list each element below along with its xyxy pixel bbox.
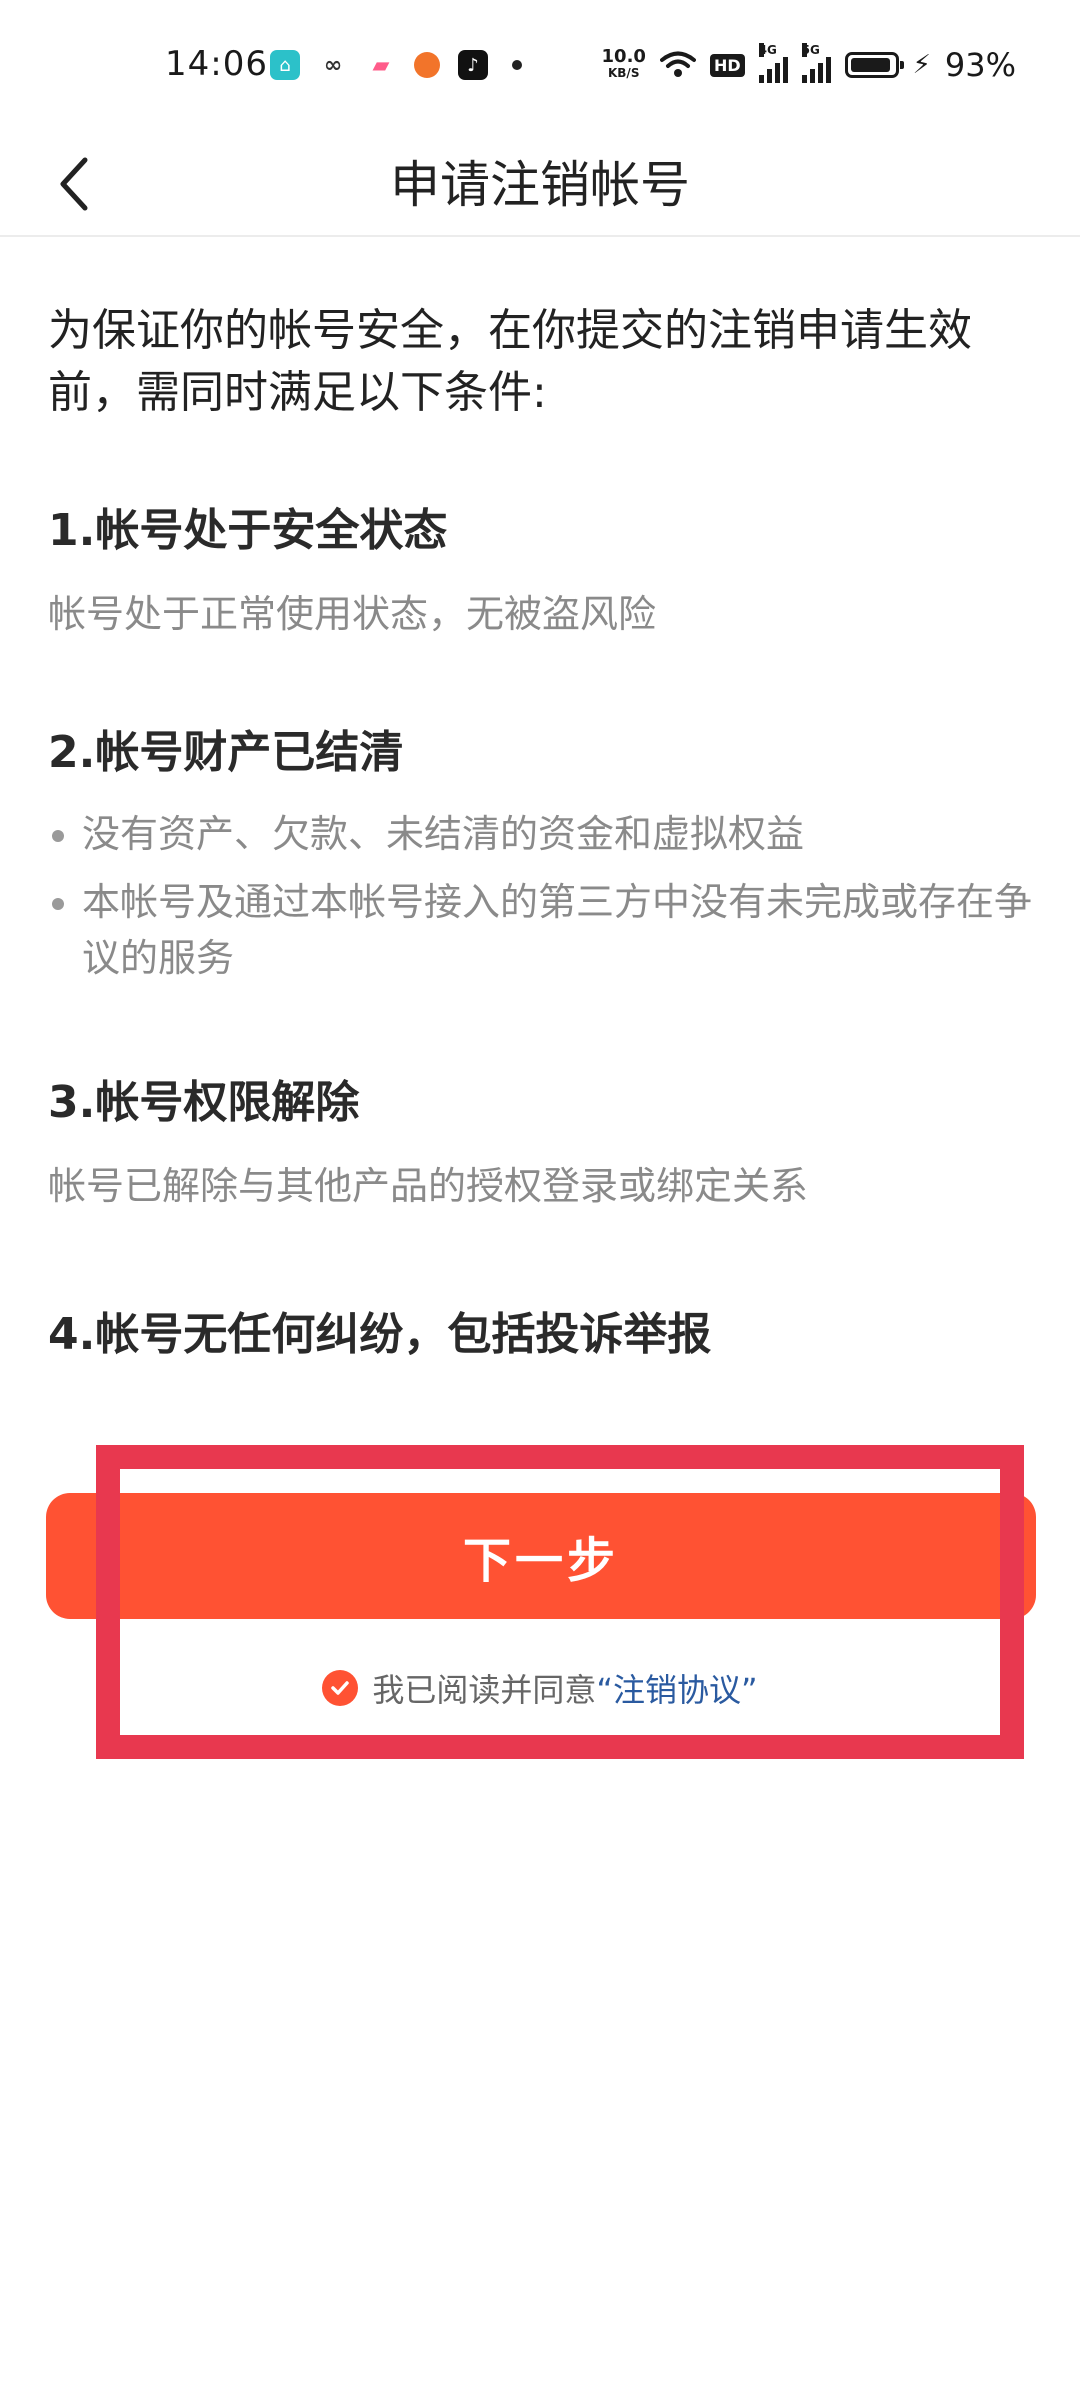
network-speed: 10.0 KB/S — [601, 46, 646, 81]
agreement-link[interactable]: “注销协议” — [596, 1671, 757, 1709]
condition-title: 2.帐号财产已结清 — [48, 727, 404, 778]
page-title: 申请注销帐号 — [390, 156, 690, 214]
condition-4: 4.帐号无任何纠纷，包括投诉举报 — [48, 1298, 1038, 1362]
battery-percent: 93% — [944, 46, 1016, 84]
sim1-generation: 4G — [758, 43, 777, 57]
wifi-icon — [659, 51, 696, 79]
agreement-checkbox[interactable] — [322, 1670, 359, 1706]
sim2-signal-icon: 5G — [801, 43, 831, 83]
content: 为保证你的帐号安全，在你提交的注销申请生效前，需同时满足以下条件: 1.帐号处于… — [48, 300, 1038, 1362]
orange-app-icon — [414, 52, 440, 78]
sim1-signal-icon: 4G — [758, 43, 788, 83]
tiktok-icon: ♪ — [458, 50, 488, 80]
list-item: 本帐号及通过本帐号接入的第三方中没有未完成或存在争议的服务 — [48, 874, 1038, 986]
hd-label: HD — [709, 53, 745, 77]
network-speed-value: 10.0 — [601, 46, 646, 67]
status-right-icons: 10.0 KB/S HD 4G 5G ⚡ 93% — [601, 43, 1016, 84]
intro-text: 为保证你的帐号安全，在你提交的注销申请生效前，需同时满足以下条件: — [48, 305, 972, 418]
charging-icon: ⚡ — [912, 50, 931, 80]
condition-bullets: 没有资产、欠款、未结清的资金和虚拟权益 本帐号及通过本帐号接入的第三方中没有未完… — [48, 806, 1038, 986]
agreement-text: 我已阅读并同意 — [372, 1671, 597, 1709]
battery-icon — [844, 52, 904, 78]
next-step-button[interactable]: 下一步 — [46, 1493, 1036, 1619]
nav-bar: 申请注销帐号 — [0, 135, 1080, 237]
network-speed-unit: KB/S — [607, 66, 640, 80]
status-bar: 14:06 ⌂ ∞ ▰ ♪ 10.0 KB/S HD 4G 5G ⚡ 93% — [0, 0, 1080, 135]
condition-desc: 帐号已解除与其他产品的授权登录或绑定关系 — [48, 1164, 809, 1208]
agreement-row: 我已阅读并同意“注销协议” — [0, 1665, 1080, 1711]
status-time: 14:06 — [165, 44, 268, 84]
checkmark-icon — [331, 1681, 350, 1695]
game-controller-icon: ▰ — [372, 52, 390, 78]
home-app-icon: ⌂ — [270, 50, 300, 80]
glasses-icon: ∞ — [323, 52, 343, 78]
more-notifications-dot-icon — [512, 60, 522, 70]
condition-title: 1.帐号处于安全状态 — [48, 505, 448, 556]
condition-3: 3.帐号权限解除 帐号已解除与其他产品的授权登录或绑定关系 — [48, 1066, 1038, 1214]
list-item: 没有资产、欠款、未结清的资金和虚拟权益 — [48, 806, 1038, 862]
condition-desc: 帐号处于正常使用状态，无被盗风险 — [48, 592, 657, 636]
hd-voice-icon: HD — [709, 53, 745, 77]
condition-title: 4.帐号无任何纠纷，包括投诉举报 — [48, 1309, 712, 1360]
condition-1: 1.帐号处于安全状态 帐号处于正常使用状态，无被盗风险 — [48, 494, 1038, 642]
battery-fill — [850, 58, 890, 72]
condition-title: 3.帐号权限解除 — [48, 1077, 360, 1128]
sim2-generation: 5G — [801, 43, 820, 57]
condition-2: 2.帐号财产已结清 没有资产、欠款、未结清的资金和虚拟权益 本帐号及通过本帐号接… — [48, 716, 1038, 986]
notification-icons: ⌂ ∞ ▰ ♪ — [270, 50, 522, 80]
